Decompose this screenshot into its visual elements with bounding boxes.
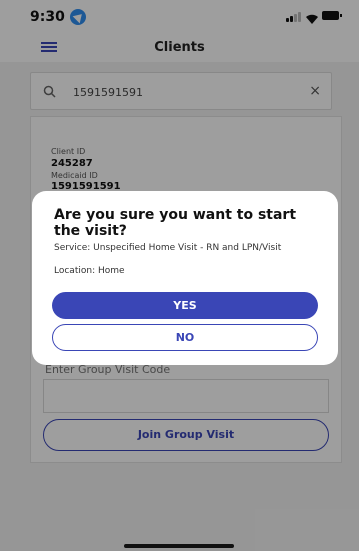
dialog-service: Service: Unspecified Home Visit - RN and… <box>54 243 282 253</box>
dialog-title: Are you sure you want to start the visit… <box>54 207 297 239</box>
clients-page: 9:30 Clients × Client ID 24528 <box>0 0 359 551</box>
start-visit-dialog: Are you sure you want to start the visit… <box>32 191 338 365</box>
phone-screen: 9:30 Clients × Client ID 24528 <box>0 0 359 551</box>
no-button[interactable]: NO <box>52 324 318 351</box>
yes-button[interactable]: YES <box>52 292 318 319</box>
dialog-location: Location: Home <box>54 266 125 276</box>
home-indicator[interactable] <box>124 544 234 548</box>
